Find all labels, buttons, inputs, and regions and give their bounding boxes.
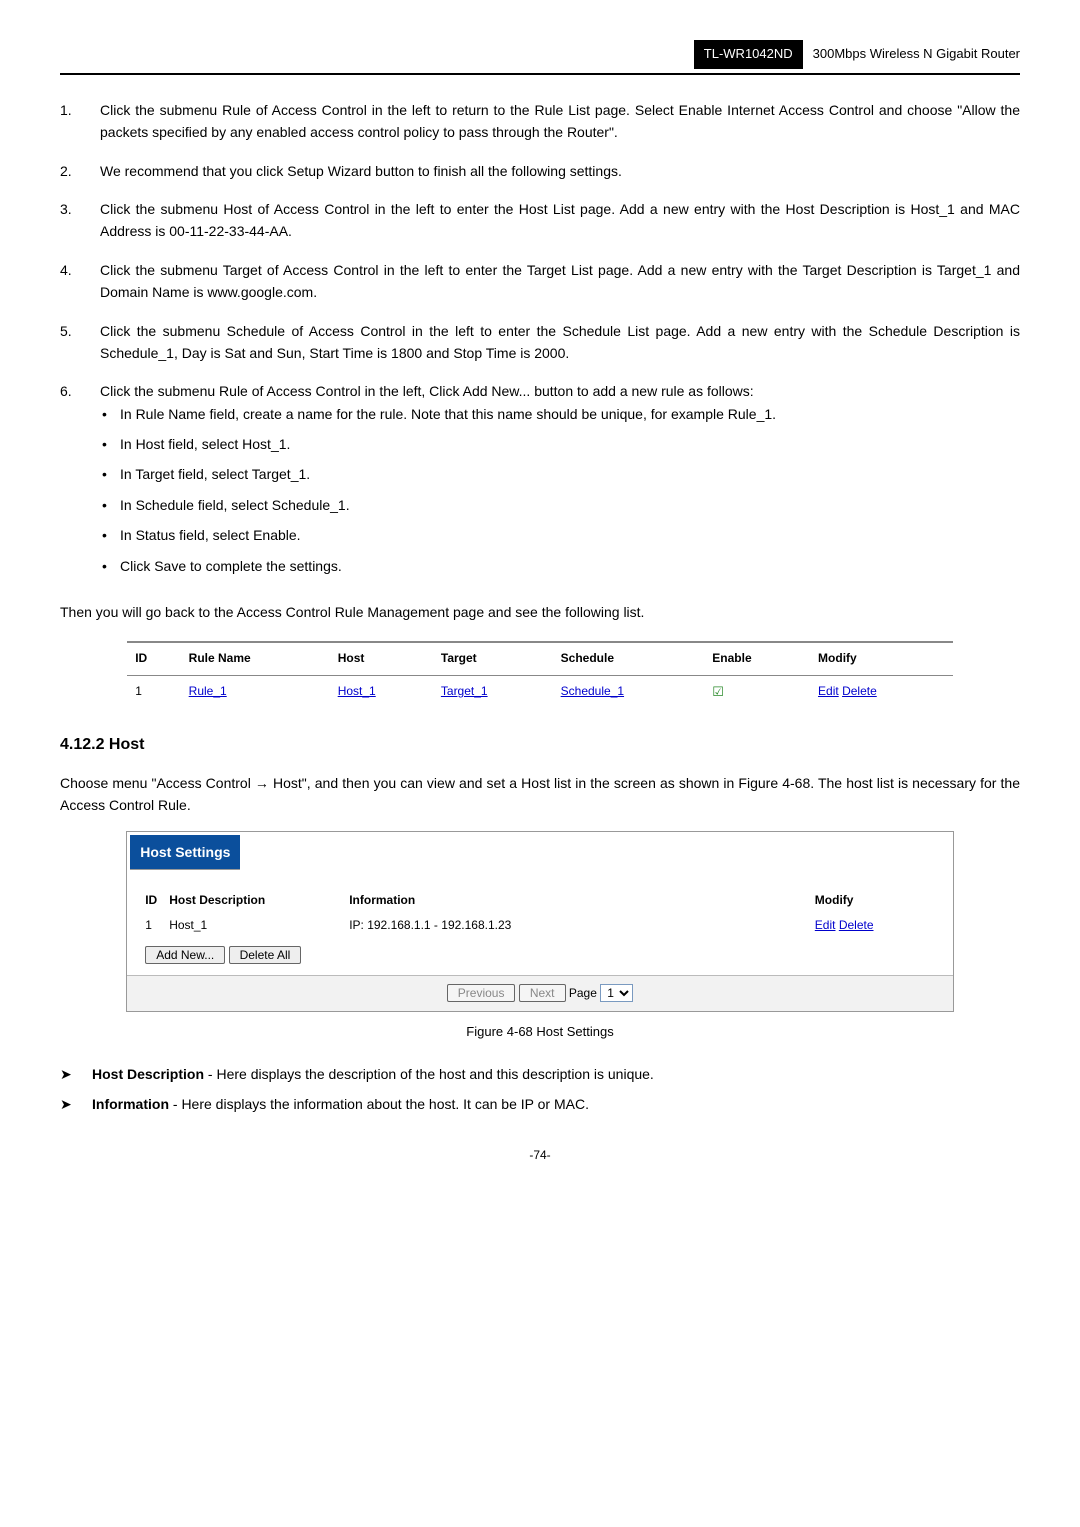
step-4: 4. Click the submenu Target of Access Con…: [60, 259, 1020, 304]
col-id: ID: [127, 642, 180, 675]
add-new-button[interactable]: Add New...: [145, 946, 225, 964]
section-paragraph: Choose menu "Access Control → Host", and…: [60, 772, 1020, 817]
substep: In Target field, select Target_1.: [120, 463, 1020, 485]
col-id: ID: [145, 891, 169, 910]
step-num: 5.: [60, 320, 80, 365]
target-link[interactable]: Target_1: [441, 684, 488, 698]
col-modify: Modify: [815, 891, 935, 910]
legend-item: ➤ Host Description - Here displays the d…: [60, 1063, 1020, 1085]
host-settings-panel: Host Settings ID Host Description Inform…: [126, 831, 954, 1012]
substep: In Host field, select Host_1.: [120, 433, 1020, 455]
enable-checkbox-icon[interactable]: ☑: [712, 684, 724, 699]
host-table: ID Host Description Information Modify 1…: [145, 891, 935, 935]
panel-title: Host Settings: [130, 835, 240, 870]
table-row: 1 Rule_1 Host_1 Target_1 Schedule_1 ☑ Ed…: [127, 675, 953, 708]
legend-text: - Here displays the description of the h…: [204, 1066, 654, 1082]
post-steps-text: Then you will go back to the Access Cont…: [60, 601, 1020, 623]
legend-item: ➤ Information - Here displays the inform…: [60, 1093, 1020, 1115]
steps-list: 1. Click the submenu Rule of Access Contr…: [60, 99, 1020, 585]
step-text: Click the submenu Host of Access Control…: [100, 198, 1020, 243]
step-text: Click the submenu Schedule of Access Con…: [100, 320, 1020, 365]
step-num: 4.: [60, 259, 80, 304]
col-host: Host: [330, 642, 433, 675]
step-2: 2. We recommend that you click Setup Wiza…: [60, 160, 1020, 182]
step-6: 6. Click the submenu Rule of Access Cont…: [60, 380, 1020, 585]
step-3: 3. Click the submenu Host of Access Contr…: [60, 198, 1020, 243]
legend-list: ➤ Host Description - Here displays the d…: [60, 1063, 1020, 1116]
cell-id: 1: [145, 916, 169, 935]
page-label: Page: [569, 986, 597, 1000]
header-bar: TL-WR1042ND 300Mbps Wireless N Gigabit R…: [60, 40, 1020, 69]
step-1: 1. Click the submenu Rule of Access Contr…: [60, 99, 1020, 144]
legend-term: Host Description: [92, 1066, 204, 1082]
step-num: 2.: [60, 160, 80, 182]
arrow-icon: ➤: [60, 1093, 74, 1115]
step-text: Click the submenu Rule of Access Control…: [100, 380, 1020, 585]
delete-link[interactable]: Delete: [839, 918, 874, 932]
col-schedule: Schedule: [553, 642, 705, 675]
edit-link[interactable]: Edit: [815, 918, 836, 932]
product-name: 300Mbps Wireless N Gigabit Router: [813, 44, 1020, 65]
pager: Previous Next Page 1: [127, 975, 953, 1011]
page-number: -74-: [60, 1146, 1020, 1165]
cell-id: 1: [127, 675, 180, 708]
section-heading: 4.12.2 Host: [60, 732, 1020, 758]
button-row: Add New... Delete All: [145, 946, 935, 965]
step-num: 6.: [60, 380, 80, 585]
substep: In Status field, select Enable.: [120, 524, 1020, 546]
col-host-description: Host Description: [169, 891, 349, 910]
host-link[interactable]: Host_1: [338, 684, 376, 698]
substep: In Schedule field, select Schedule_1.: [120, 494, 1020, 516]
page-select[interactable]: 1: [600, 984, 633, 1002]
edit-link[interactable]: Edit: [818, 684, 839, 698]
step-num: 3.: [60, 198, 80, 243]
figure-caption: Figure 4-68 Host Settings: [60, 1022, 1020, 1043]
delete-link[interactable]: Delete: [842, 684, 877, 698]
arrow-icon: ➤: [60, 1063, 74, 1085]
col-rule-name: Rule Name: [181, 642, 330, 675]
previous-button[interactable]: Previous: [447, 984, 516, 1002]
substep: In Rule Name field, create a name for th…: [120, 403, 1020, 425]
rule-table: ID Rule Name Host Target Schedule Enable…: [127, 641, 953, 708]
substep: Click Save to complete the settings.: [120, 555, 1020, 577]
next-button[interactable]: Next: [519, 984, 566, 1002]
step-text: Click the submenu Rule of Access Control…: [100, 99, 1020, 144]
step-num: 1.: [60, 99, 80, 144]
rule-name-link[interactable]: Rule_1: [189, 684, 227, 698]
step-5: 5. Click the submenu Schedule of Access C…: [60, 320, 1020, 365]
col-target: Target: [433, 642, 553, 675]
step-text: We recommend that you click Setup Wizard…: [100, 160, 1020, 182]
substeps-list: In Rule Name field, create a name for th…: [100, 403, 1020, 577]
rule-table-header-row: ID Rule Name Host Target Schedule Enable…: [127, 642, 953, 675]
header-rule: [60, 73, 1020, 75]
legend-term: Information: [92, 1096, 169, 1112]
cell-host-description: Host_1: [169, 916, 349, 935]
delete-all-button[interactable]: Delete All: [229, 946, 302, 964]
col-enable: Enable: [704, 642, 810, 675]
step-6-text: Click the submenu Rule of Access Control…: [100, 383, 754, 399]
legend-text: - Here displays the information about th…: [169, 1096, 589, 1112]
col-information: Information: [349, 891, 815, 910]
model-badge: TL-WR1042ND: [694, 40, 803, 69]
cell-information: IP: 192.168.1.1 - 192.168.1.23: [349, 916, 815, 935]
col-modify: Modify: [810, 642, 953, 675]
schedule-link[interactable]: Schedule_1: [561, 684, 624, 698]
step-text: Click the submenu Target of Access Contr…: [100, 259, 1020, 304]
